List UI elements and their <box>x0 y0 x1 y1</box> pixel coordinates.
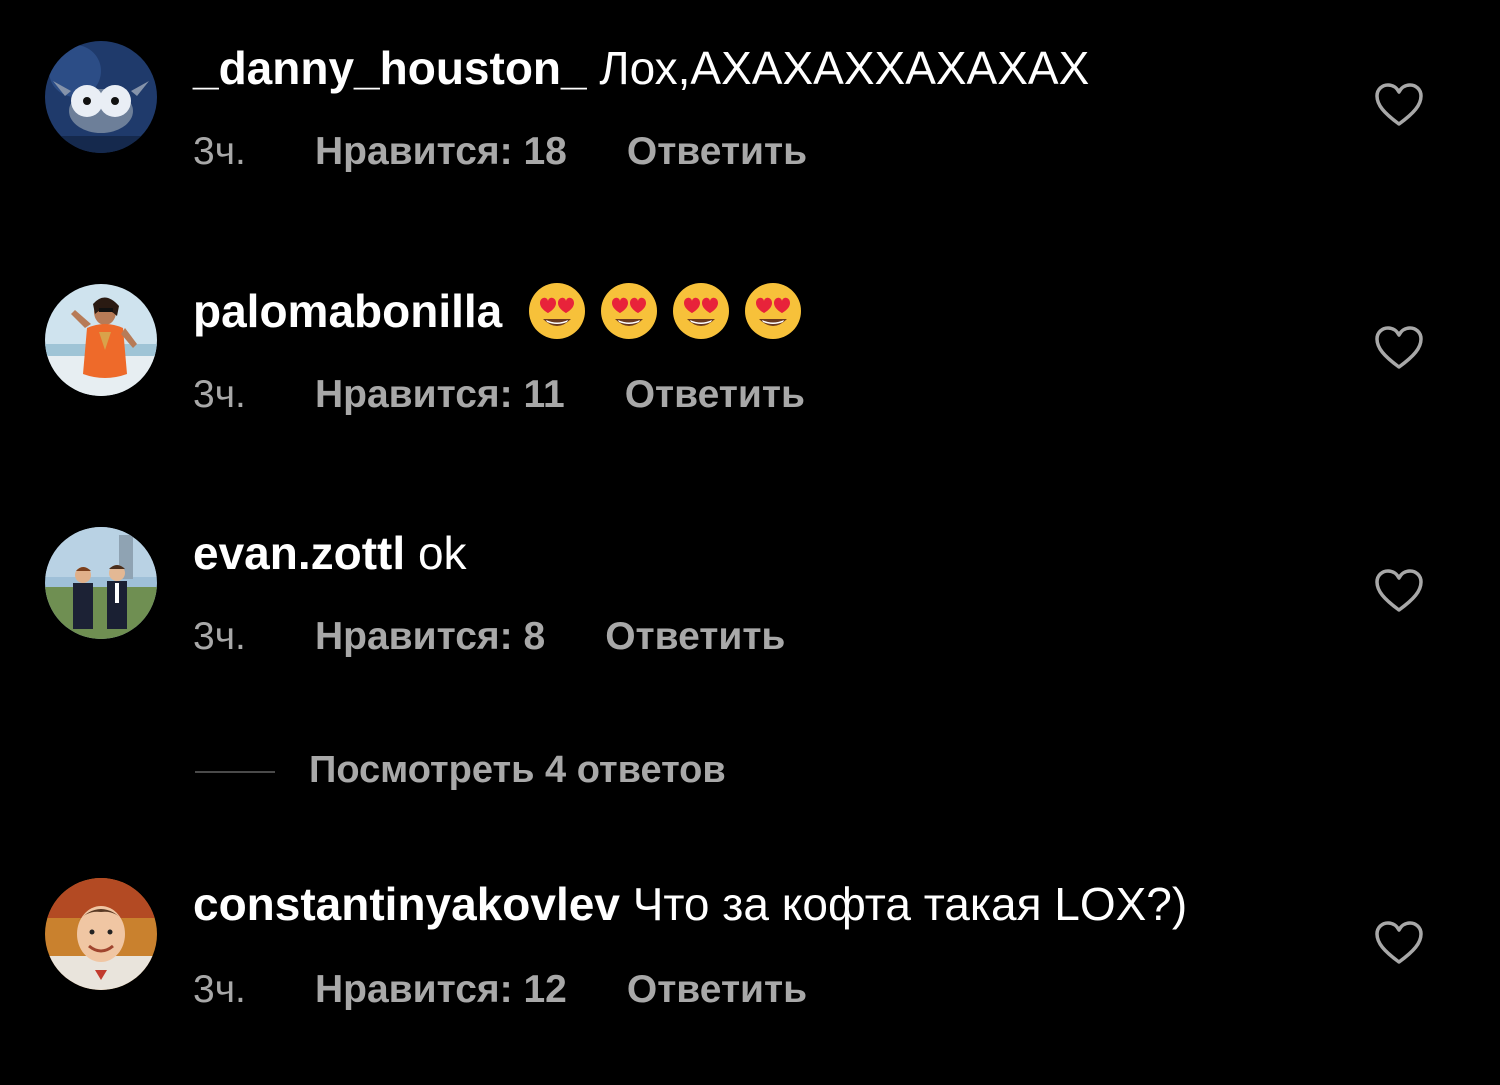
avatar[interactable] <box>45 41 157 153</box>
heart-eyes-emoji <box>599 281 659 341</box>
view-replies-label: Посмотреть 4 ответов <box>309 749 726 791</box>
comment-item: constantinyakovlev Что за кофта такая LO… <box>0 876 1500 1036</box>
like-button[interactable] <box>1374 920 1424 966</box>
comment-meta: 3ч. Нравится: 11 Ответить <box>193 370 805 420</box>
like-button[interactable] <box>1374 325 1424 371</box>
avatar[interactable] <box>45 284 157 396</box>
heart-eyes-emoji <box>743 281 803 341</box>
comment-text: ok <box>417 527 467 579</box>
heart-outline-icon <box>1375 569 1423 612</box>
comment-text: Лох,АХАХАХХАХАХАХ <box>599 42 1090 94</box>
heart-outline-icon <box>1375 83 1423 126</box>
comment-likes[interactable]: Нравится: 8 <box>315 612 545 662</box>
comment-line: palomabonilla <box>193 281 803 341</box>
reply-button[interactable]: Ответить <box>605 612 785 662</box>
heart-eyes-emoji <box>671 281 731 341</box>
avatar[interactable] <box>45 878 157 990</box>
comment-time: 3ч. <box>193 615 246 658</box>
comment-username[interactable]: constantinyakovlev <box>193 878 620 930</box>
comment-time: 3ч. <box>193 130 246 173</box>
like-button[interactable] <box>1374 82 1424 128</box>
heart-eyes-emoji <box>527 281 587 341</box>
comment-item: palomabonilla 3ч. Нравится: 11 Ответить <box>0 281 1500 443</box>
comment-username[interactable]: palomabonilla <box>193 285 502 337</box>
comment-time: 3ч. <box>193 373 246 416</box>
reply-button[interactable]: Ответить <box>627 127 807 177</box>
comment-line: constantinyakovlev Что за кофта такая LO… <box>193 876 1187 932</box>
comment-likes[interactable]: Нравится: 12 <box>315 965 567 1015</box>
comment-meta: 3ч. Нравится: 18 Ответить <box>193 127 807 177</box>
comment-line: _danny_houston_ Лох,АХАХАХХАХАХАХ <box>193 40 1089 96</box>
comment-item: evan.zottl ok 3ч. Нравится: 8 Ответить <box>0 525 1500 685</box>
comment-meta: 3ч. Нравится: 8 Ответить <box>193 612 785 662</box>
comment-text: Что за кофта такая LOX?) <box>632 878 1188 930</box>
like-button[interactable] <box>1374 568 1424 614</box>
heart-outline-icon <box>1375 921 1423 964</box>
view-replies-divider <box>195 770 275 773</box>
heart-outline-icon <box>1375 326 1423 369</box>
comment-item: _danny_houston_ Лох,АХАХАХХАХАХАХ 3ч. Нра… <box>0 40 1500 200</box>
view-replies-button[interactable]: Посмотреть 4 ответов <box>195 745 726 795</box>
comment-username[interactable]: _danny_houston_ <box>193 42 587 94</box>
avatar[interactable] <box>45 527 157 639</box>
comment-likes[interactable]: Нравится: 18 <box>315 127 567 177</box>
comment-time: 3ч. <box>193 968 246 1011</box>
comment-username[interactable]: evan.zottl <box>193 527 405 579</box>
reply-button[interactable]: Ответить <box>625 370 805 420</box>
comment-line: evan.zottl ok <box>193 525 467 581</box>
comment-meta: 3ч. Нравится: 12 Ответить <box>193 965 807 1015</box>
comment-likes[interactable]: Нравится: 11 <box>315 370 565 420</box>
reply-button[interactable]: Ответить <box>627 965 807 1015</box>
